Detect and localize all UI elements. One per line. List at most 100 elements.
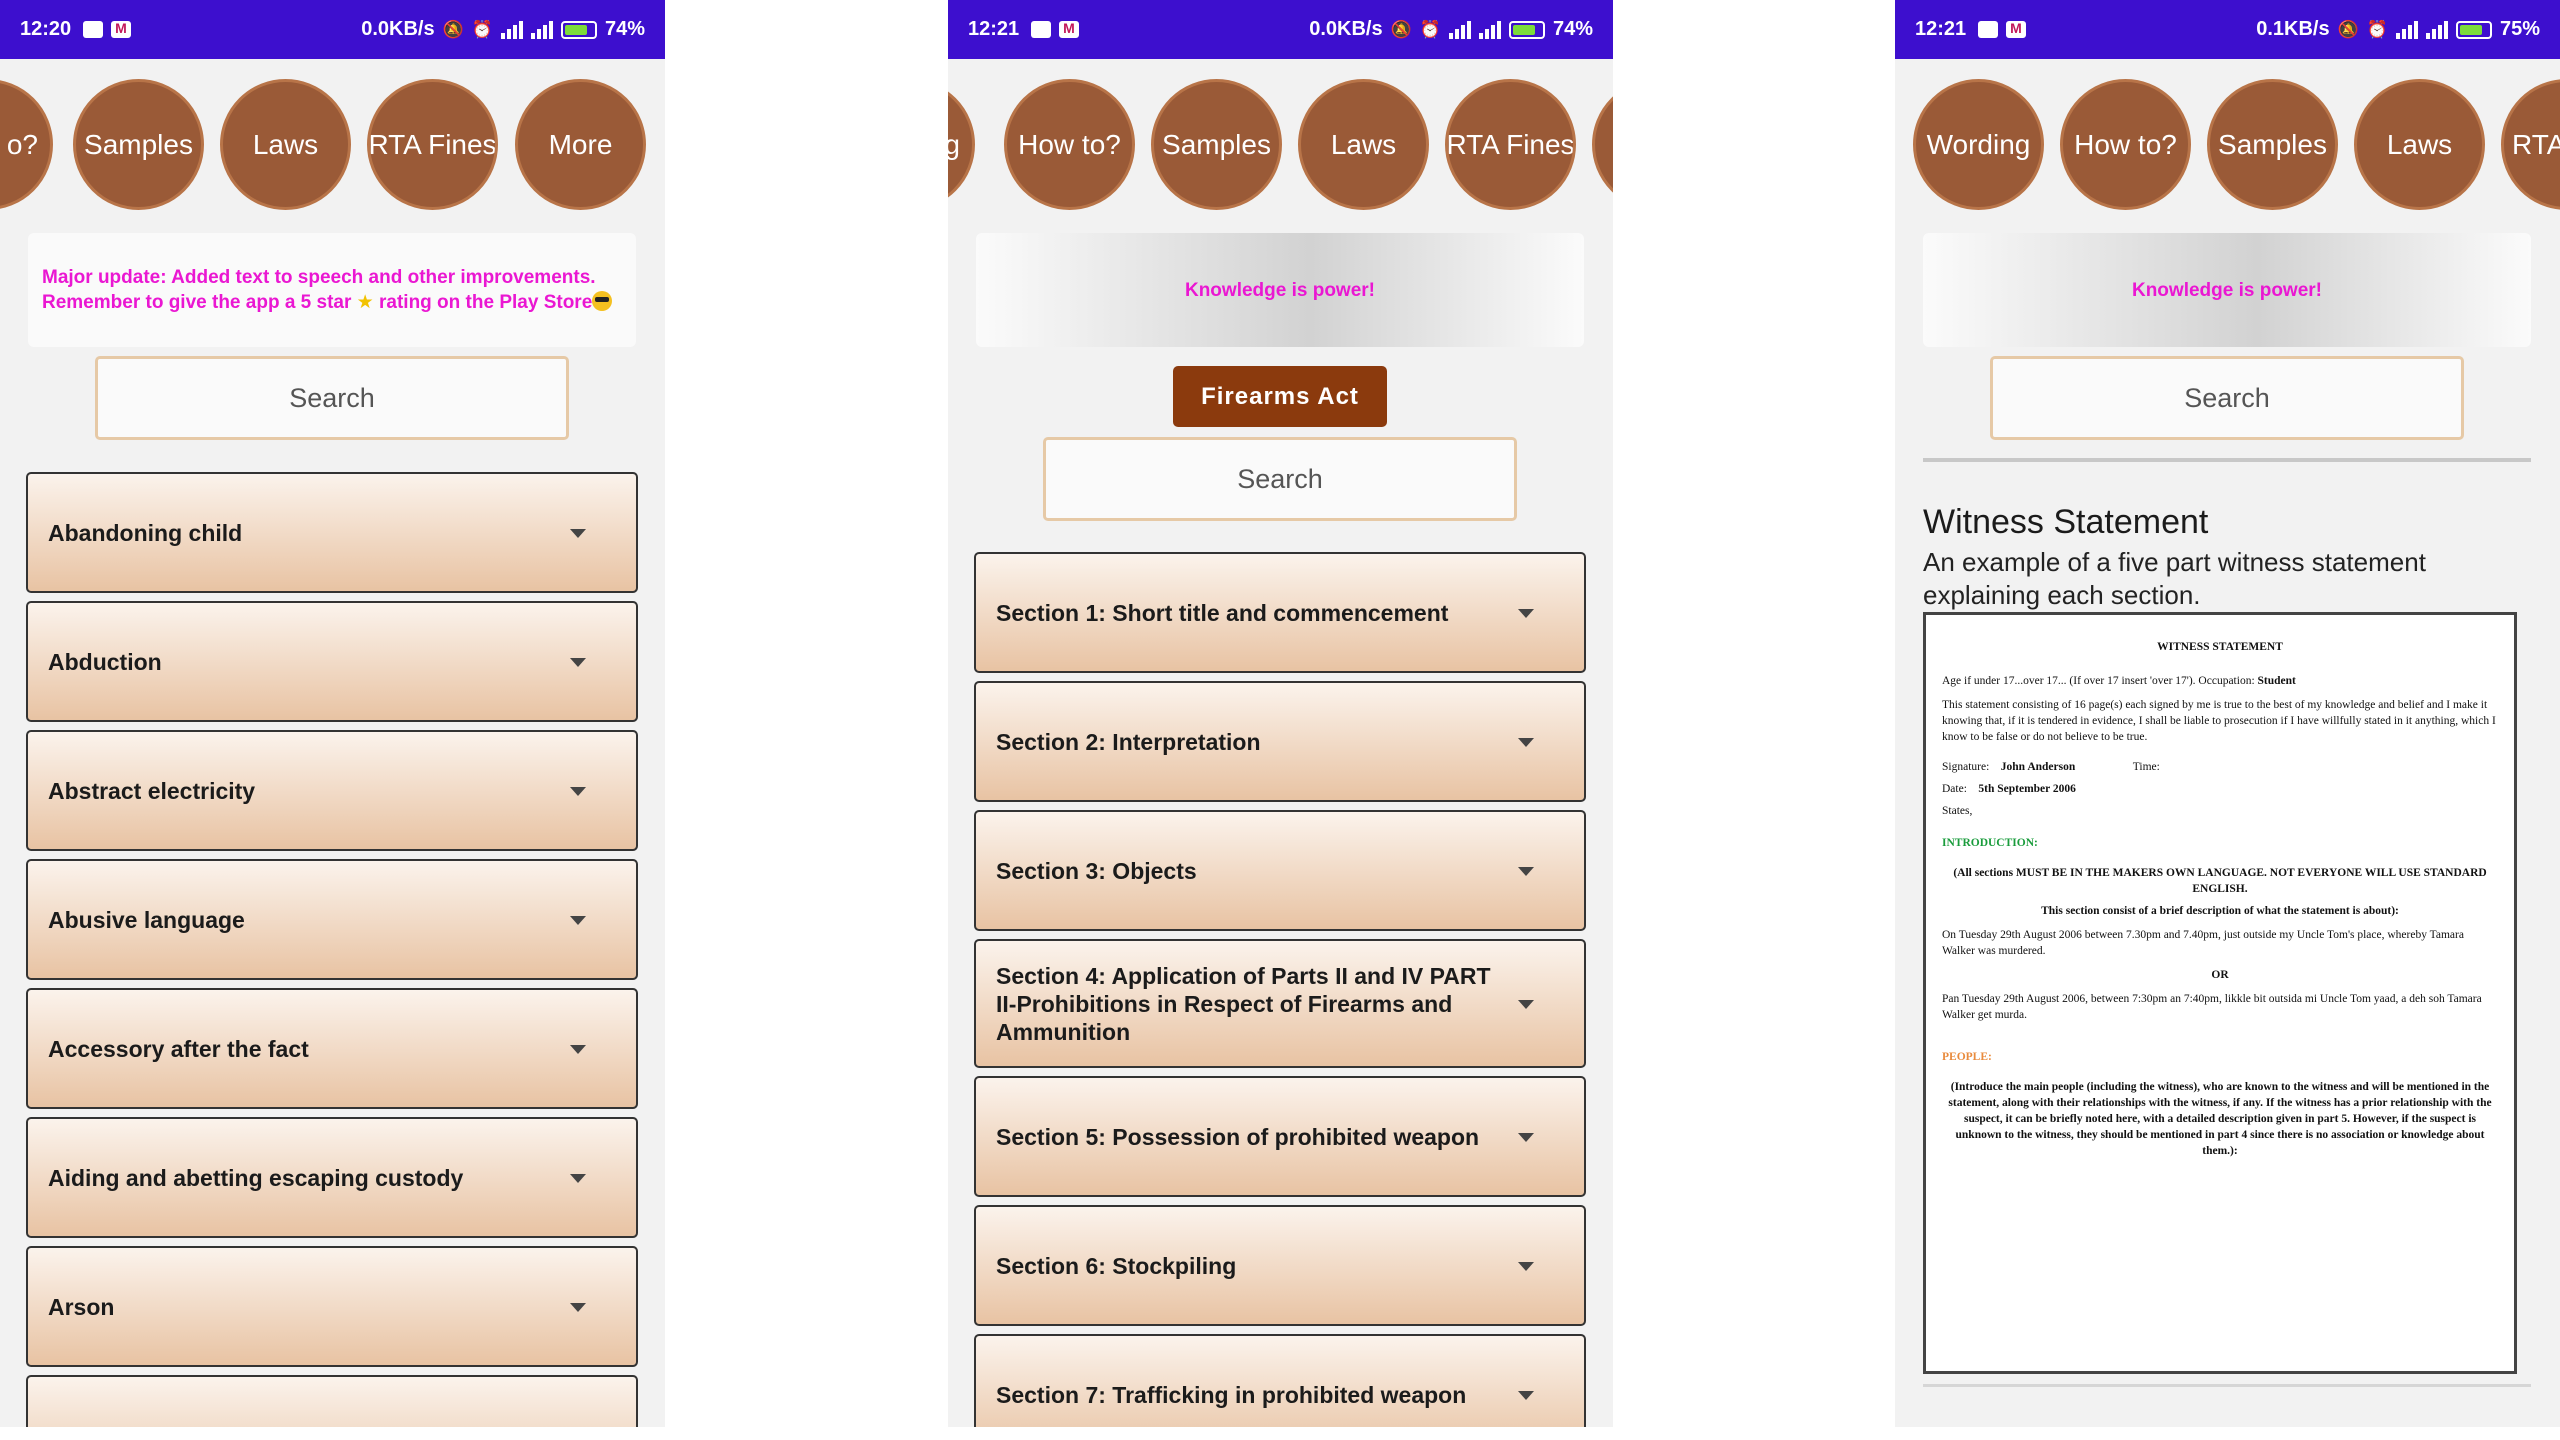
youtube-icon [83, 21, 104, 38]
sunglasses-emoji-icon [592, 291, 613, 311]
category-nav: g How to? Samples Laws RTA Fines [948, 79, 1613, 213]
dropdown-caret-icon [1518, 1132, 1534, 1142]
nav-circle-samples[interactable]: Samples [73, 79, 204, 210]
phone-screen-3: 12:21 0.1KB/s 🔕 ⏰ 75% Wording How to? Sa… [1895, 0, 2560, 1427]
star-icon: ★ [356, 292, 374, 313]
banner-line-1: Major update: Added text to speech and o… [42, 267, 596, 288]
category-nav: Wording How to? Samples Laws RTA [1895, 79, 2560, 213]
dropdown-caret-icon [570, 915, 586, 925]
list-item[interactable]: Section 4: Application of Parts II and I… [974, 939, 1586, 1068]
nav-circle-wording[interactable]: Wording [1913, 79, 2044, 210]
search-input[interactable]: Search [95, 356, 569, 440]
mute-icon: 🔕 [2337, 19, 2359, 39]
dropdown-caret-icon [1518, 1261, 1534, 1271]
doc-example-2: Pan Tuesday 29th August 2006, between 7:… [1942, 993, 2482, 1021]
witness-statement-image: WITNESS STATEMENT Age if under 17...over… [1923, 612, 2517, 1374]
nav-circle-how-to[interactable]: How to? [1004, 79, 1135, 210]
battery-icon [2455, 20, 2492, 39]
list-item-partial[interactable] [26, 1375, 638, 1427]
doc-declaration: This statement consisting of 16 page(s) … [1942, 699, 2496, 743]
list-item[interactable]: Section 2: Interpretation [974, 681, 1586, 802]
doc-intro-sub: This section consist of a brief descript… [2041, 905, 2399, 917]
alarm-icon: ⏰ [1419, 19, 1441, 39]
doc-or: OR [2211, 969, 2229, 981]
battery-icon [560, 20, 597, 39]
list-item[interactable]: Section 7: Trafficking in prohibited wea… [974, 1334, 1586, 1427]
dropdown-caret-icon [570, 528, 586, 538]
network-speed: 0.0KB/s [361, 18, 435, 40]
nav-circle-partial-right[interactable] [1592, 79, 1613, 210]
dropdown-caret-icon [570, 1173, 586, 1183]
divider [1923, 458, 2531, 462]
nav-circle-rta-partial[interactable]: RTA [2501, 79, 2560, 210]
signal-icon [2395, 20, 2418, 39]
status-bar: 12:21 0.0KB/s 🔕 ⏰ 74% [948, 0, 1613, 59]
firearms-act-button[interactable]: Firearms Act [1173, 366, 1387, 427]
mute-icon: 🔕 [1390, 19, 1412, 39]
nav-circle-partial[interactable]: g [948, 79, 975, 210]
dropdown-caret-icon [1518, 608, 1534, 618]
doc-heading: WITNESS STATEMENT [2157, 641, 2283, 653]
list-item[interactable]: Abstract electricity [26, 730, 638, 851]
list-item[interactable]: Accessory after the fact [26, 988, 638, 1109]
list-item[interactable]: Abduction [26, 601, 638, 722]
doc-date-line: Date: 5th September 2006 [1942, 783, 2076, 795]
page-title: Witness Statement [1923, 503, 2209, 541]
page-description: An example of a five part witness statem… [1923, 547, 2426, 610]
category-nav: o? Samples Laws RTA Fines More [0, 79, 665, 213]
list-item[interactable]: Section 1: Short title and commencement [974, 552, 1586, 673]
nav-circle-laws[interactable]: Laws [2354, 79, 2485, 210]
list-item[interactable]: Section 6: Stockpiling [974, 1205, 1586, 1326]
network-speed: 0.0KB/s [1309, 18, 1383, 40]
search-input[interactable]: Search [1990, 356, 2464, 440]
nav-circle-rta-fines[interactable]: RTA Fines [1445, 79, 1576, 210]
banner-text: Knowledge is power! [2131, 279, 2323, 301]
doc-example-1: On Tuesday 29th August 2006 between 7.30… [1942, 929, 2464, 957]
list-item[interactable]: Abusive language [26, 859, 638, 980]
gmail-icon [2006, 20, 2027, 38]
tagline-banner: Knowledge is power! [976, 233, 1584, 347]
doc-people-text: (Introduce the main people (including th… [1948, 1081, 2492, 1157]
dropdown-caret-icon [1518, 866, 1534, 876]
doc-intro-rule: (All sections MUST BE IN THE MAKERS OWN … [1953, 867, 2487, 895]
list-item[interactable]: Section 3: Objects [974, 810, 1586, 931]
nav-circle-partial[interactable]: o? [0, 79, 53, 210]
list-item[interactable]: Arson [26, 1246, 638, 1367]
alarm-icon: ⏰ [471, 19, 493, 39]
status-time: 12:21 [968, 18, 1020, 40]
tagline-banner: Knowledge is power! [1923, 233, 2531, 347]
banner-line-2: Remember to give the app a 5 star ★ rati… [42, 290, 613, 315]
nav-circle-samples[interactable]: Samples [2207, 79, 2338, 210]
dropdown-caret-icon [570, 657, 586, 667]
list-item[interactable]: Section 5: Possession of prohibited weap… [974, 1076, 1586, 1197]
nav-circle-rta-fines[interactable]: RTA Fines [367, 79, 498, 210]
phone-screen-2: 12:21 0.0KB/s 🔕 ⏰ 74% g How to? Samples … [948, 0, 1613, 1427]
alarm-icon: ⏰ [2366, 19, 2388, 39]
dropdown-caret-icon [570, 786, 586, 796]
update-banner: Major update: Added text to speech and o… [28, 233, 636, 347]
nav-circle-samples[interactable]: Samples [1151, 79, 1282, 210]
nav-circle-how-to[interactable]: How to? [2060, 79, 2191, 210]
status-bar: 12:21 0.1KB/s 🔕 ⏰ 75% [1895, 0, 2560, 59]
list-item[interactable]: Abandoning child [26, 472, 638, 593]
status-bar: 12:20 0.0KB/s 🔕 ⏰ 74% [0, 0, 665, 59]
dropdown-caret-icon [1518, 737, 1534, 747]
divider [1923, 1384, 2531, 1387]
signal-icon-2 [2425, 20, 2448, 39]
battery-level: 74% [604, 18, 645, 40]
nav-circle-laws[interactable]: Laws [1298, 79, 1429, 210]
list-item[interactable]: Aiding and abetting escaping custody [26, 1117, 638, 1238]
signal-icon-2 [530, 20, 553, 39]
signal-icon [500, 20, 523, 39]
doc-states: States, [1942, 805, 1973, 817]
doc-signature-line: Signature: John Anderson Time: [1942, 761, 2160, 773]
search-input[interactable]: Search [1043, 437, 1517, 521]
gmail-icon [111, 20, 132, 38]
dropdown-caret-icon [1518, 1390, 1534, 1400]
network-speed: 0.1KB/s [2256, 18, 2330, 40]
nav-circle-more[interactable]: More [515, 79, 646, 210]
phone-screen-1: 12:20 0.0KB/s 🔕 ⏰ 74% o? Samples Laws RT… [0, 0, 665, 1427]
youtube-icon [1031, 21, 1052, 38]
nav-circle-laws[interactable]: Laws [220, 79, 351, 210]
doc-age-line: Age if under 17...over 17... (If over 17… [1942, 675, 2296, 687]
